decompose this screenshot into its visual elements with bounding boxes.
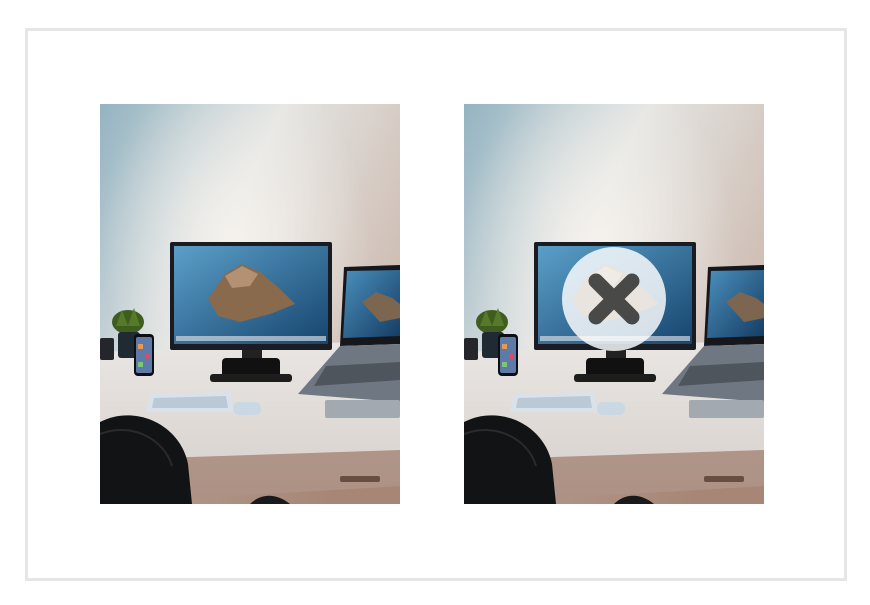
close-icon [588, 273, 640, 325]
desk-setup-photo-selected[interactable] [464, 104, 764, 504]
desk-setup-photo[interactable] [100, 104, 400, 504]
desk-setup-image [100, 104, 400, 504]
remove-image-button[interactable] [562, 247, 666, 351]
